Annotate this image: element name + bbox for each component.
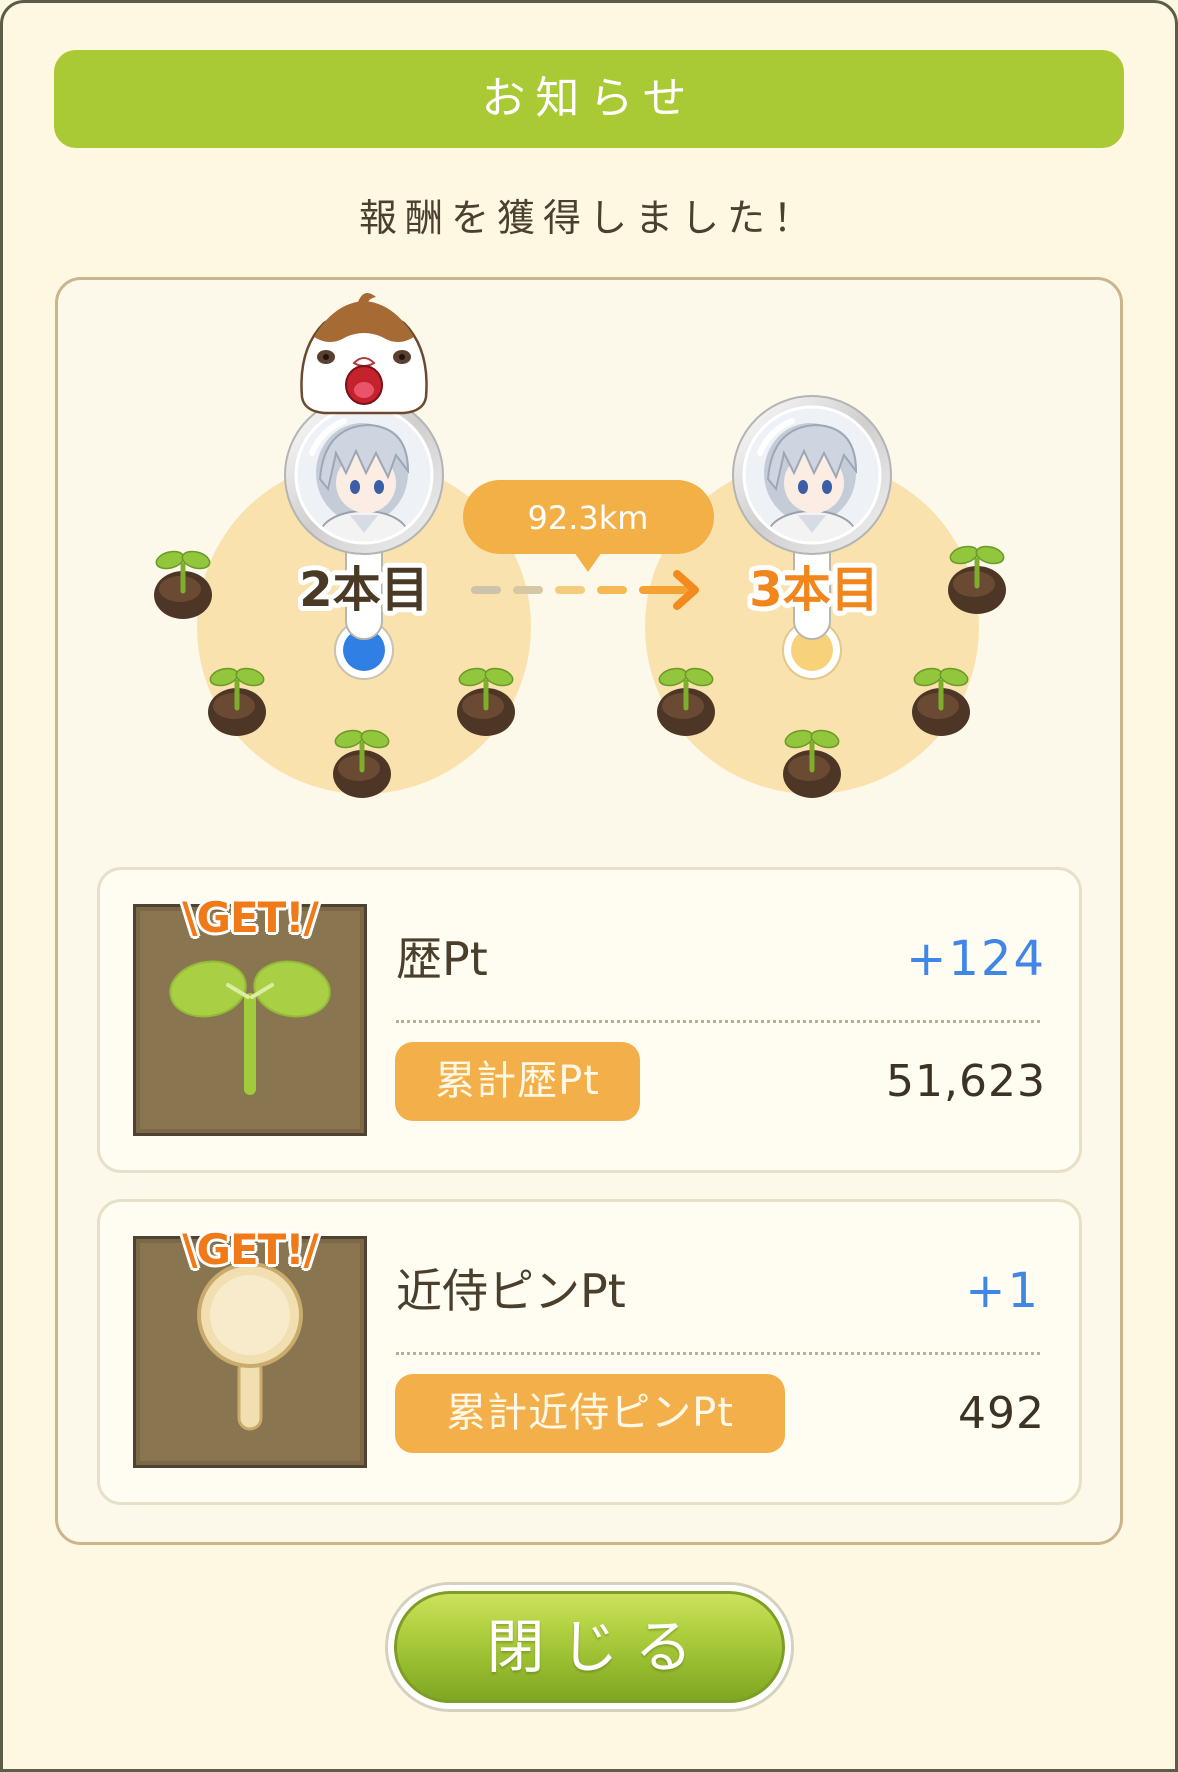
sprout-icon	[208, 666, 266, 736]
sprout-icon	[333, 728, 391, 798]
get-badge: \GET!/	[182, 893, 319, 942]
sprout-icon	[154, 549, 212, 619]
reward-total: 51,623	[886, 1056, 1046, 1107]
reward-gain: +124	[906, 931, 1046, 987]
destination-stop-label: 3本目	[749, 562, 878, 618]
reward-name: 歴Pt	[396, 932, 488, 986]
dialog-title: お知らせ	[54, 50, 1124, 148]
close-button[interactable]: 閉じる	[388, 1585, 791, 1709]
reward-name: 近侍ピンPt	[396, 1264, 626, 1318]
total-label-pill: 累計歴Pt	[395, 1042, 640, 1121]
route-map: 2本目 3本目 92.3km	[55, 293, 1123, 817]
distance-label: 92.3km	[528, 499, 649, 537]
total-label-pill: 累計近侍ピンPt	[395, 1374, 785, 1453]
reward-card: \GET!/ 歴Pt +124 累計歴Pt 51,623	[97, 867, 1082, 1173]
reward-card: \GET!/ 近侍ピンPt +1 累計近侍ピンPt 492	[97, 1199, 1082, 1505]
get-badge: \GET!/	[182, 1225, 319, 1274]
sprout-icon	[457, 666, 515, 736]
dotted-divider	[396, 1352, 1040, 1355]
reward-message: 報酬を獲得しました！	[358, 196, 819, 240]
origin-stop-label: 2本目	[299, 562, 428, 618]
sprout-icon	[912, 666, 970, 736]
sprout-icon	[948, 544, 1006, 614]
reward-gain: +1	[965, 1263, 1040, 1319]
bird-mascot-icon	[300, 293, 428, 415]
reward-total: 492	[958, 1388, 1045, 1439]
reward-notice-dialog: お知らせ 報酬を獲得しました！ 2本目 3本目 92.3km \GET!/ 歴P…	[0, 0, 1178, 1772]
sprout-icon	[783, 728, 841, 798]
sprout-icon	[657, 666, 715, 736]
dotted-divider	[396, 1020, 1040, 1023]
